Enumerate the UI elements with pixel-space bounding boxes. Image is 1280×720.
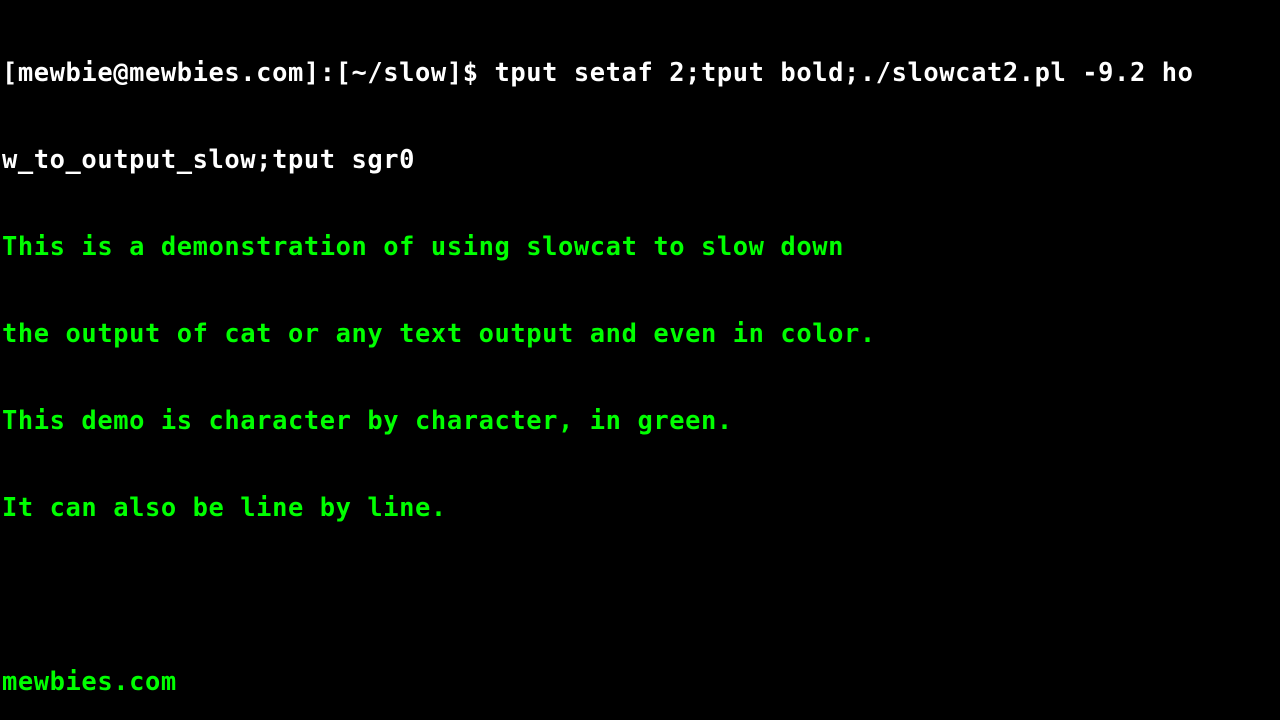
output-line-1: This is a demonstration of using slowcat… [2,232,1278,261]
output-line-3: This demo is character by character, in … [2,406,1278,435]
site-line: mewbies.com [2,667,1278,696]
blank-line [2,580,1278,609]
prompt-line-1: [mewbie@mewbies.com]:[~/slow]$ tput seta… [2,58,1278,87]
output-line-2: the output of cat or any text output and… [2,319,1278,348]
output-line-4: It can also be line by line. [2,493,1278,522]
terminal-window[interactable]: [mewbie@mewbies.com]:[~/slow]$ tput seta… [0,0,1280,720]
prompt-line-2: w_to_output_slow;tput sgr0 [2,145,1278,174]
